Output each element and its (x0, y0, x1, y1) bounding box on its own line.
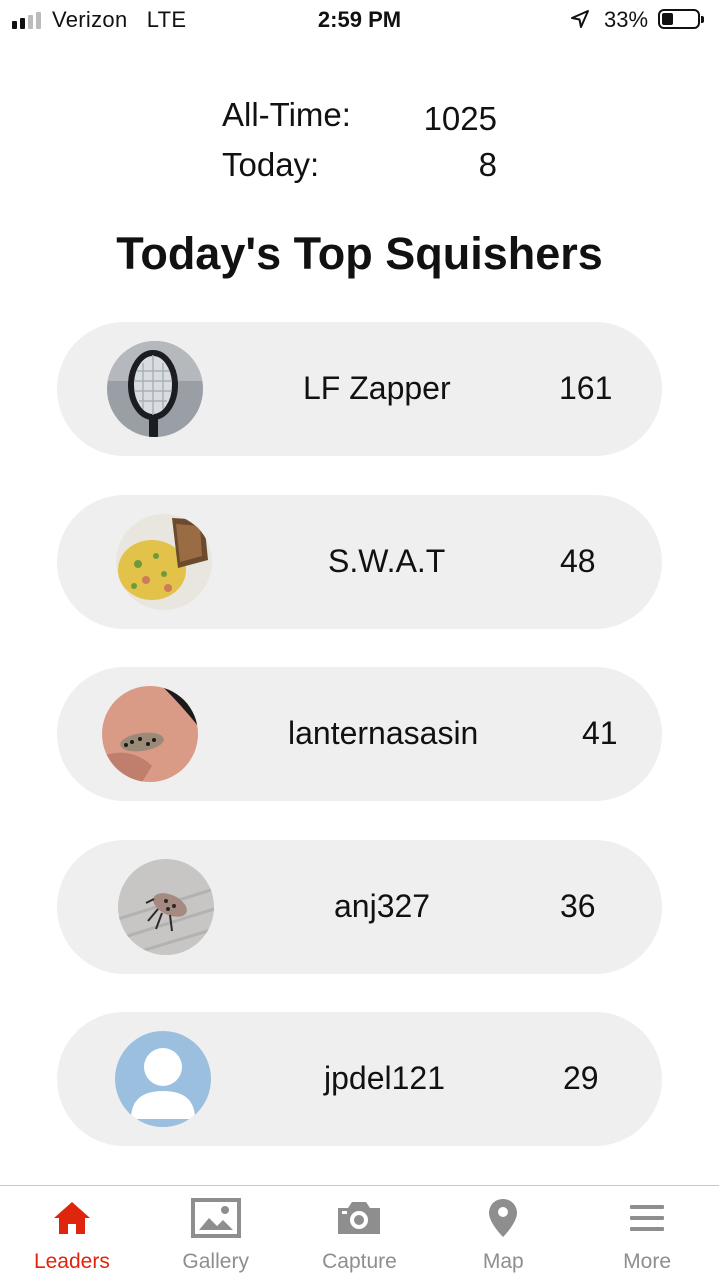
leader-row[interactable]: anj327 36 (57, 840, 662, 974)
default-user-avatar-icon (115, 1031, 211, 1127)
leader-row[interactable]: lanternasasin 41 (57, 667, 662, 801)
leader-name: anj327 (334, 888, 431, 924)
tab-bar: Leaders Gallery Capture Map More (0, 1185, 719, 1280)
tab-more[interactable]: More (575, 1186, 719, 1280)
page-title: Today's Top Squishers (116, 228, 603, 279)
leader-score: 41 (582, 715, 618, 751)
camera-icon (288, 1196, 432, 1240)
tab-label: Capture (322, 1250, 397, 1273)
image-icon (144, 1196, 288, 1240)
leader-name: lanternasasin (288, 715, 479, 751)
menu-icon (575, 1196, 719, 1240)
today-label: Today: (222, 146, 320, 183)
map-pin-icon (431, 1196, 575, 1240)
leader-name: LF Zapper (303, 370, 451, 406)
home-icon (0, 1196, 144, 1240)
tab-label: More (623, 1250, 672, 1273)
tab-leaders[interactable]: Leaders (0, 1186, 144, 1280)
leader-name: S.W.A.T (328, 543, 446, 579)
avatar (102, 686, 198, 782)
leader-score: 161 (559, 370, 613, 406)
tab-label: Gallery (182, 1250, 249, 1273)
avatar (116, 514, 212, 610)
avatar (118, 859, 214, 955)
leader-name: jpdel121 (324, 1060, 445, 1096)
leader-score: 48 (560, 543, 596, 579)
tab-map[interactable]: Map (431, 1186, 575, 1280)
leader-score: 29 (563, 1060, 599, 1096)
tab-gallery[interactable]: Gallery (144, 1186, 288, 1280)
today-value: 8 (478, 146, 497, 183)
location-arrow-icon (570, 9, 590, 34)
tab-capture[interactable]: Capture (288, 1186, 432, 1280)
tab-label: Map (482, 1250, 524, 1273)
status-bar: Verizon LTE 2:59 PM 33% (0, 0, 719, 40)
leader-row[interactable]: LF Zapper 161 (57, 322, 662, 456)
leader-score: 36 (560, 888, 596, 924)
avatar (107, 341, 203, 437)
leader-row[interactable]: jpdel121 29 (57, 1012, 662, 1146)
leader-row[interactable]: S.W.A.T 48 (57, 495, 662, 629)
all-time-value: 1025 (423, 100, 497, 137)
tab-label: Leaders (33, 1250, 110, 1273)
all-time-label: All-Time: (222, 96, 351, 133)
battery-icon (658, 9, 704, 29)
battery-percent: 33% (604, 7, 649, 32)
